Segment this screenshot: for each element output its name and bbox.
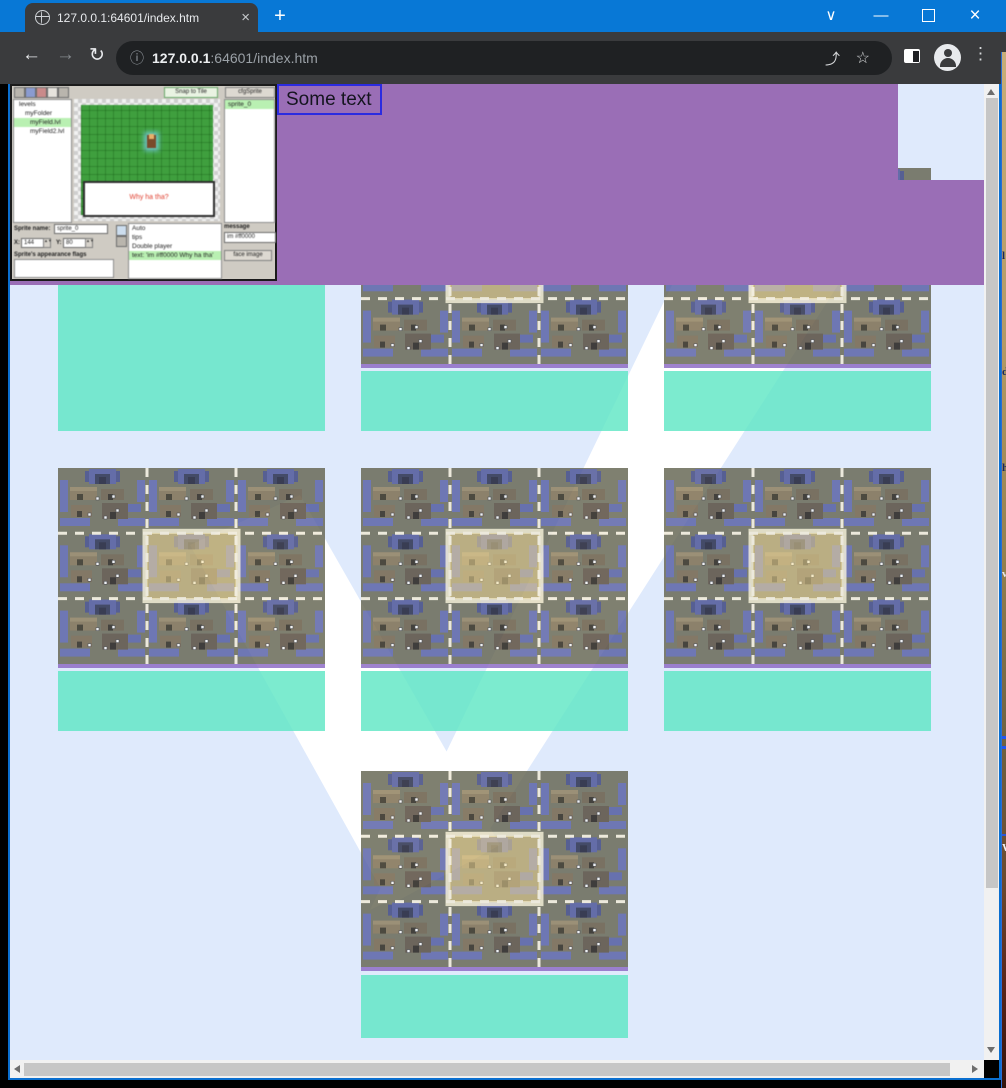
url-path: :64601/index.htm bbox=[210, 50, 317, 66]
browser-tab[interactable]: 127.0.0.1:64601/index.htm × bbox=[25, 3, 258, 32]
editor-toolbar-icon bbox=[47, 87, 58, 98]
teal-caption-box bbox=[58, 671, 325, 731]
some-text-box[interactable]: Some text bbox=[277, 84, 382, 115]
maximize-button[interactable] bbox=[922, 9, 935, 22]
sliver-blue-mark bbox=[1002, 746, 1006, 749]
sprite-name-label: Sprite name: bbox=[14, 226, 50, 232]
player-sprite bbox=[147, 135, 156, 148]
tree-item: myFolder bbox=[14, 109, 71, 118]
editor-toolbar-icon bbox=[25, 87, 36, 98]
window-border-left bbox=[8, 84, 10, 1080]
browser-menu-icon[interactable]: ⋮ bbox=[972, 44, 989, 64]
reload-button[interactable]: ↻ bbox=[89, 44, 105, 67]
editor-screenshot-image: Snap to Tile cfgSprite levels myFolder m… bbox=[10, 84, 277, 281]
x-label: X: bbox=[14, 240, 20, 246]
y-input: 80 bbox=[63, 238, 87, 248]
editor-event-list: Auto tips Double player text: 'im #ff000… bbox=[128, 223, 222, 279]
face-image-button: face image bbox=[224, 250, 272, 261]
background-window-sliver: l d h v W bbox=[1001, 52, 1006, 1088]
editor-level-tree: levels myFolder myField.lvl myField2.lvl bbox=[13, 99, 72, 223]
map-tile-cell bbox=[361, 771, 628, 1038]
teal-caption-box bbox=[664, 371, 931, 431]
map-tile-cell bbox=[664, 468, 931, 731]
event-item: Auto bbox=[129, 224, 221, 233]
globe-favicon-icon bbox=[35, 10, 50, 25]
snap-to-tile-button: Snap to Tile bbox=[164, 87, 218, 98]
event-item: tips bbox=[129, 233, 221, 242]
tab-title: 127.0.0.1:64601/index.htm bbox=[57, 11, 233, 25]
tab-search-chevron-icon[interactable]: ∨ bbox=[818, 6, 844, 26]
sliver-letter: v bbox=[1002, 568, 1006, 580]
profile-avatar[interactable] bbox=[934, 44, 961, 71]
desktop-bottom-strip bbox=[0, 1080, 1001, 1088]
y-label: Y: bbox=[56, 240, 62, 246]
teal-caption-box bbox=[361, 371, 628, 431]
editor-tool-icon bbox=[116, 236, 127, 247]
editor-sprite-list: sprite_0 bbox=[224, 99, 275, 223]
editor-toolbar-icon bbox=[14, 87, 25, 98]
url-text: 127.0.0.1:64601/index.htm bbox=[152, 50, 318, 66]
map-tile-cell bbox=[361, 468, 628, 731]
event-item-selected: text: 'im #ff0000 Why ha tha' bbox=[129, 251, 221, 260]
editor-map-canvas: Why ha tha? bbox=[74, 99, 220, 221]
cfg-sprite-button: cfgSprite bbox=[225, 87, 275, 98]
sprite-name-input: sprite_0 bbox=[54, 224, 108, 234]
dungeon-map-image bbox=[361, 771, 628, 971]
tree-item: myField2.lvl bbox=[14, 127, 71, 136]
appearance-flags-label: Sprite's appearance flags bbox=[14, 252, 86, 258]
dungeon-map-image bbox=[664, 468, 931, 668]
bookmark-star-icon[interactable]: ☆ bbox=[856, 48, 870, 68]
back-button[interactable]: ← bbox=[22, 44, 41, 66]
scroll-up-icon[interactable] bbox=[987, 89, 995, 95]
sprite-list-item: sprite_0 bbox=[225, 100, 274, 109]
x-spinner: ▲▼ bbox=[43, 238, 51, 248]
event-item: Double player bbox=[129, 242, 221, 251]
teal-placeholder-box bbox=[58, 284, 325, 431]
side-panel-icon[interactable] bbox=[904, 49, 920, 63]
horizontal-scrollbar[interactable] bbox=[10, 1060, 984, 1078]
sliver-letter: d bbox=[1002, 366, 1006, 378]
teal-caption-box bbox=[361, 671, 628, 731]
editor-toolbar-icon bbox=[36, 87, 47, 98]
vertical-scroll-thumb[interactable] bbox=[986, 98, 998, 888]
url-host: 127.0.0.1 bbox=[152, 50, 210, 66]
tree-item-selected: myField.lvl bbox=[14, 118, 71, 127]
sliver-letter: h bbox=[1002, 462, 1006, 474]
sliver-blue-mark bbox=[1002, 736, 1006, 739]
teal-caption-box bbox=[361, 975, 628, 1038]
editor-dialog-preview: Why ha tha? bbox=[83, 181, 215, 217]
editor-toolbar-icon bbox=[58, 87, 69, 98]
message-input: im #ff0000 bbox=[224, 232, 276, 243]
address-bar[interactable]: ⓘ 127.0.0.1:64601/index.htm ⤴ ☆ bbox=[116, 41, 892, 75]
x-input: 144 bbox=[21, 238, 45, 248]
sliver-blue-mark bbox=[1002, 834, 1006, 836]
horizontal-scroll-thumb[interactable] bbox=[24, 1063, 950, 1076]
tab-close-icon[interactable]: × bbox=[233, 9, 258, 26]
y-spinner: ▲▼ bbox=[85, 238, 93, 248]
new-tab-button[interactable]: + bbox=[268, 5, 292, 28]
desktop-left-strip bbox=[0, 84, 8, 1088]
scroll-right-icon[interactable] bbox=[972, 1065, 978, 1073]
scroll-down-icon[interactable] bbox=[987, 1047, 995, 1053]
forward-button[interactable]: → bbox=[56, 44, 75, 66]
vertical-scrollbar[interactable] bbox=[984, 84, 999, 1060]
site-info-icon[interactable]: ⓘ bbox=[130, 48, 144, 68]
message-label: message bbox=[224, 224, 250, 230]
editor-tool-icon bbox=[116, 225, 127, 236]
close-window-button[interactable]: × bbox=[962, 6, 988, 26]
dungeon-map-image bbox=[58, 468, 325, 668]
share-icon[interactable]: ⤴ bbox=[825, 48, 840, 69]
dungeon-map-image bbox=[361, 468, 628, 668]
minimize-button[interactable]: — bbox=[868, 6, 894, 26]
tree-item: levels bbox=[14, 100, 71, 109]
map-tile-cell bbox=[58, 468, 325, 731]
teal-caption-box bbox=[664, 671, 931, 731]
sliver-letter: W bbox=[1002, 842, 1006, 854]
scroll-left-icon[interactable] bbox=[14, 1065, 20, 1073]
sliver-letter: l bbox=[1002, 250, 1005, 262]
appearance-flags-box bbox=[14, 259, 114, 278]
